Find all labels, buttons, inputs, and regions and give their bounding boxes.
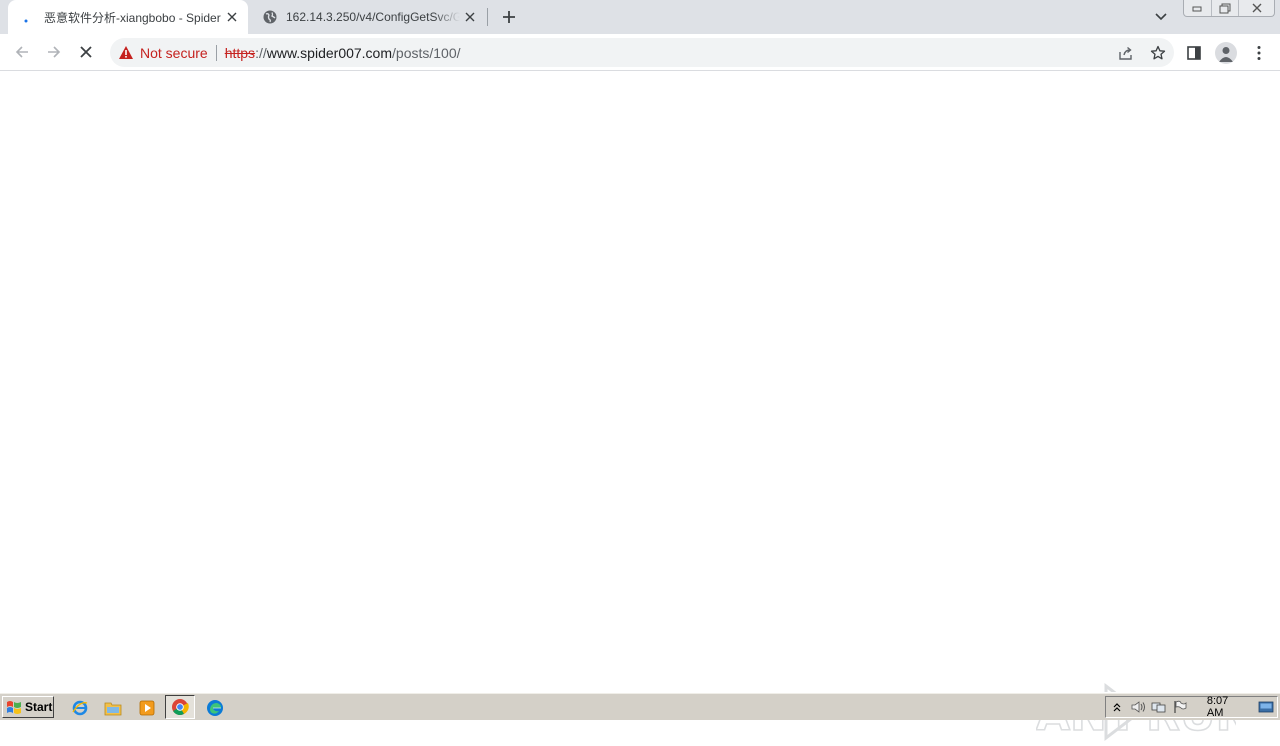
internet-explorer-icon[interactable] <box>69 697 91 719</box>
menu-button[interactable] <box>1244 38 1274 68</box>
tab-search-button[interactable] <box>1150 6 1172 28</box>
close-window-button[interactable] <box>1239 0 1274 16</box>
security-status-label[interactable]: Not secure <box>140 45 208 61</box>
profile-button[interactable] <box>1211 38 1241 68</box>
url-scheme: https <box>224 44 256 61</box>
url-text[interactable]: https://www.spider007.com/posts/100/ <box>225 45 461 61</box>
url-path: /posts/100/ <box>392 44 461 61</box>
stop-loading-button[interactable] <box>72 38 100 66</box>
url-separator: :// <box>255 44 267 61</box>
system-tray: 8:07 AM <box>1105 695 1278 719</box>
bookmark-star-icon[interactable] <box>1142 38 1174 67</box>
globe-icon <box>262 9 278 25</box>
clock[interactable]: 8:07 AM <box>1207 695 1246 719</box>
tray-expand-icon[interactable] <box>1106 697 1127 717</box>
side-panel-icon <box>1187 46 1201 60</box>
url-host: www.spider007.com <box>266 44 393 61</box>
tab-inactive[interactable]: 162.14.3.250/v4/ConfigGetSvc/GetConfig <box>250 0 486 34</box>
avatar <box>1215 42 1237 64</box>
loading-spinner-icon <box>20 9 36 25</box>
back-arrow-icon <box>15 46 28 58</box>
new-tab-button[interactable] <box>498 6 520 28</box>
start-button[interactable]: Start <box>2 696 54 718</box>
restore-icon <box>1219 3 1231 13</box>
action-center-flag-icon[interactable] <box>1170 697 1191 717</box>
omnibox-actions <box>1110 38 1174 67</box>
volume-icon[interactable] <box>1127 697 1148 717</box>
close-icon <box>1252 3 1262 13</box>
file-explorer-icon[interactable] <box>102 697 124 719</box>
person-icon <box>1219 47 1233 62</box>
tab-strip: 恶意软件分析-xiangbobo - Spider 162.14.3.250/v… <box>0 0 1280 34</box>
taskbar: Start 8:07 AM <box>0 692 1280 720</box>
stop-icon <box>80 46 92 58</box>
chrome-taskbar-icon[interactable] <box>165 695 195 719</box>
window-controls <box>1183 0 1275 17</box>
tab-separator <box>487 8 488 26</box>
back-button[interactable] <box>8 38 36 66</box>
network-icon[interactable] <box>1148 697 1169 717</box>
warning-icon[interactable] <box>118 45 134 61</box>
show-desktop-icon[interactable] <box>1256 697 1277 717</box>
tab-close-icon[interactable] <box>222 7 242 27</box>
omnibox-divider <box>215 44 217 61</box>
forward-button[interactable] <box>40 38 68 66</box>
browser-toolbar: Not secure https://www.spider007.com/pos… <box>0 34 1280 71</box>
media-player-icon[interactable] <box>136 697 158 719</box>
minimize-icon <box>1192 6 1202 12</box>
edge-icon[interactable] <box>204 697 226 719</box>
address-bar[interactable]: Not secure https://www.spider007.com/pos… <box>110 38 1174 67</box>
tab-active[interactable]: 恶意软件分析-xiangbobo - Spider <box>8 0 248 34</box>
side-panel-button[interactable] <box>1179 38 1209 68</box>
kebab-menu-icon <box>1257 46 1261 60</box>
tab-title: 162.14.3.250/v4/ConfigGetSvc/GetConfig <box>286 10 460 24</box>
page-content: ANY RUN <box>0 72 1280 742</box>
tab-title: 恶意软件分析-xiangbobo - Spider <box>44 10 221 25</box>
share-icon[interactable] <box>1110 38 1142 67</box>
restore-button[interactable] <box>1212 0 1240 16</box>
plus-icon <box>503 11 515 23</box>
forward-arrow-icon <box>48 46 61 58</box>
tab-close-icon[interactable] <box>460 7 480 27</box>
windows-logo-icon <box>7 701 21 714</box>
start-label: Start <box>25 700 53 714</box>
chevron-down-icon <box>1155 13 1167 21</box>
minimize-button[interactable] <box>1184 0 1212 16</box>
